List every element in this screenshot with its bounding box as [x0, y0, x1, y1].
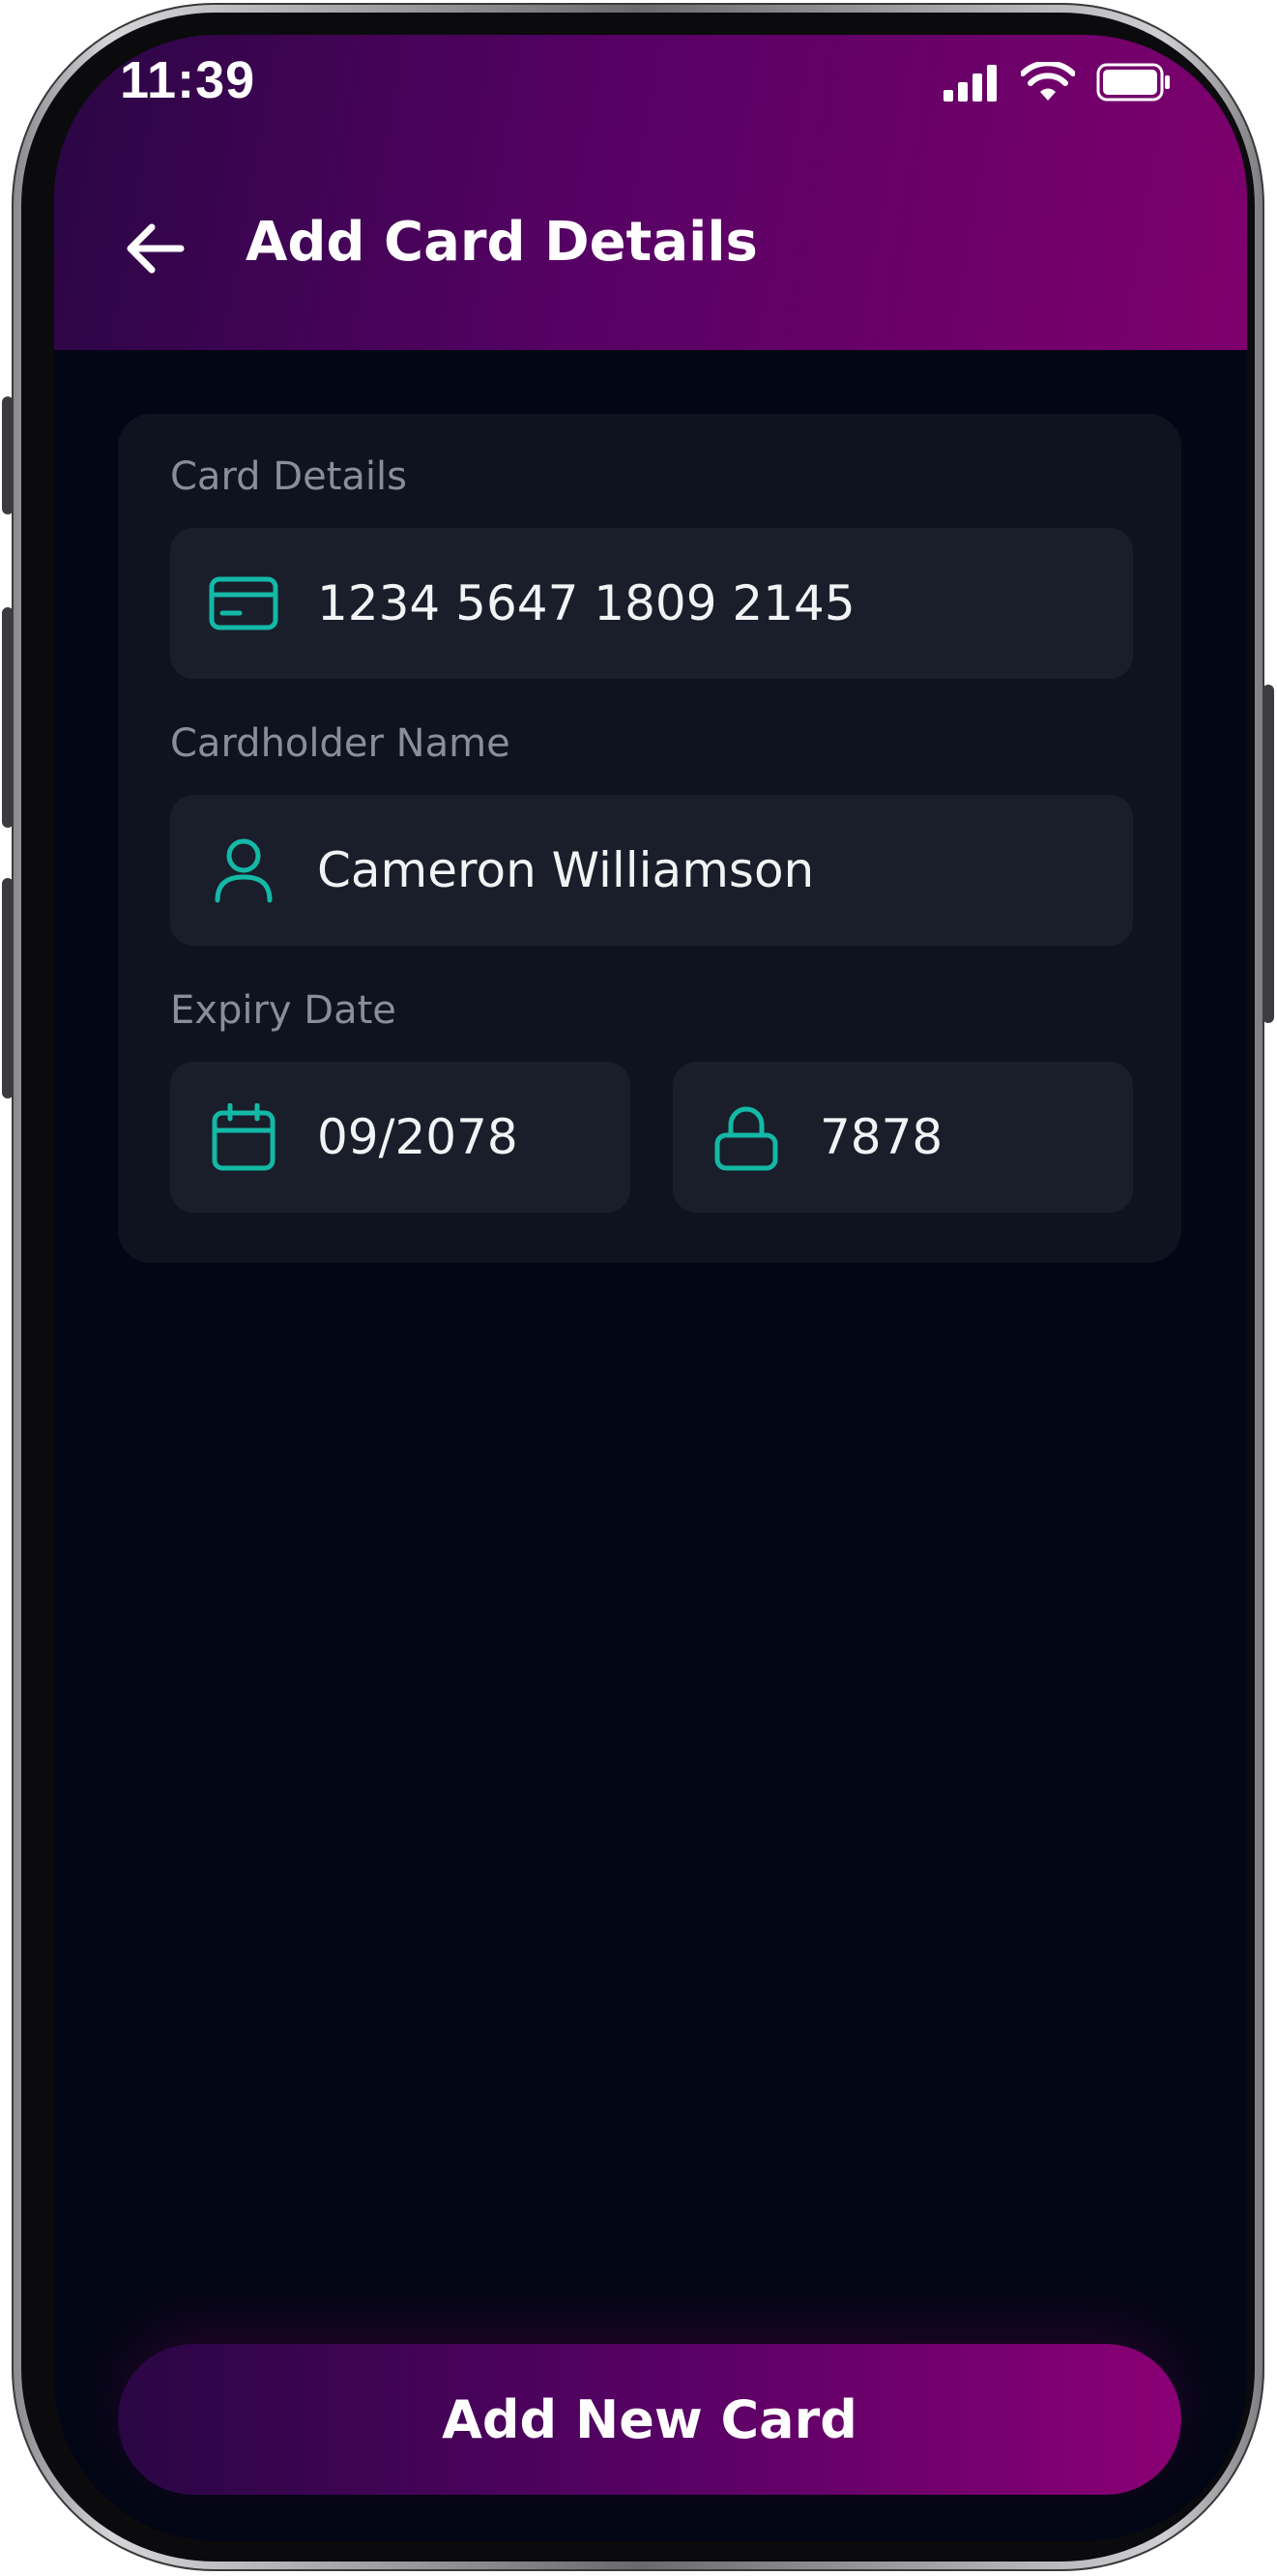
card-number-value: 1234 5647 1809 2145 [317, 575, 856, 631]
cardholder-label: Cardholder Name [170, 721, 510, 766]
lock-icon [711, 1102, 781, 1172]
cardholder-name-field[interactable]: Cameron Williamson [170, 795, 1133, 946]
card-number-field[interactable]: 1234 5647 1809 2145 [170, 528, 1133, 679]
cvv-field[interactable]: 7878 [673, 1062, 1133, 1213]
battery-icon [1096, 63, 1172, 105]
cardholder-name-value: Cameron Williamson [317, 842, 815, 898]
power-button [1262, 685, 1274, 1023]
wifi-icon [1020, 60, 1076, 106]
card-details-panel: Card Details 1234 5647 1809 2145 Cardhol… [118, 414, 1181, 1263]
arrow-left-icon [127, 223, 185, 278]
status-icons [942, 60, 1172, 108]
user-icon [209, 835, 278, 905]
expiry-date-label: Expiry Date [170, 988, 396, 1033]
page-title: Add Card Details [246, 211, 758, 274]
card-details-label: Card Details [170, 454, 407, 499]
add-new-card-button[interactable]: Add New Card [118, 2344, 1181, 2495]
expiry-date-field[interactable]: 09/2078 [170, 1062, 630, 1213]
calendar-icon [209, 1102, 278, 1172]
back-button[interactable] [122, 217, 189, 284]
silent-switch [2, 396, 14, 514]
app-header: 11:39 Add Card Details [54, 35, 1247, 350]
app-screen: 11:39 Add Card Details Card Details 1234… [54, 35, 1247, 2541]
cvv-value: 7878 [820, 1109, 943, 1165]
status-time: 11:39 [120, 51, 256, 109]
expiry-date-value: 09/2078 [317, 1109, 518, 1165]
volume-down-button [2, 878, 14, 1098]
credit-card-icon [209, 569, 278, 638]
volume-up-button [2, 607, 14, 828]
signal-icon [942, 63, 1000, 105]
